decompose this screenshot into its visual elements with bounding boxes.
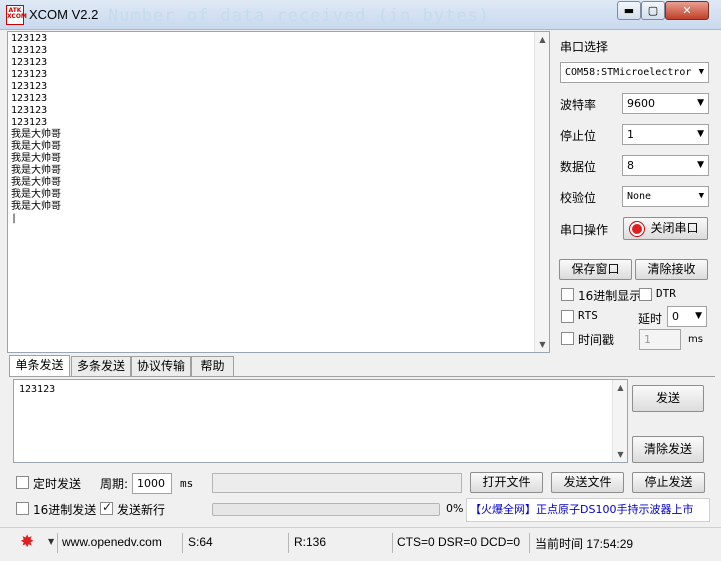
tab-help[interactable]: 帮助 xyxy=(191,356,234,376)
delay-value: 0 xyxy=(672,310,679,323)
chevron-down-icon: ▼ xyxy=(695,311,702,321)
status-separator xyxy=(57,533,58,553)
send-progress-percent: 0% xyxy=(446,502,464,515)
open-file-button[interactable]: 打开文件 xyxy=(470,472,543,493)
status-separator xyxy=(392,533,393,553)
baud-label: 波特率 xyxy=(560,98,597,112)
stop-bits-label: 停止位 xyxy=(560,129,597,143)
send-scrollbar[interactable]: ▲ ▼ xyxy=(612,380,627,462)
app-logo: ATK XCOM xyxy=(6,5,27,25)
maximize-button[interactable]: ▢ xyxy=(641,1,665,20)
parity-value: None xyxy=(627,191,652,202)
scroll-down-icon[interactable]: ▼ xyxy=(613,447,628,462)
parity-dropdown[interactable]: None ▼ xyxy=(622,186,709,207)
delay-label: 延时 xyxy=(638,312,663,326)
send-newline-checkbox[interactable] xyxy=(100,500,113,515)
close-port-button[interactable]: 关闭串口 xyxy=(623,217,708,240)
chevron-down-icon: ▼ xyxy=(697,98,704,108)
clear-send-button[interactable]: 清除发送 xyxy=(632,436,704,463)
receive-text: 123123 123123 123123 123123 123123 12312… xyxy=(11,33,61,224)
scroll-down-icon[interactable]: ▼ xyxy=(535,337,549,352)
timestamp-label: 时间戳 xyxy=(578,333,615,347)
port-select-value: COM58:STMicroelectror xyxy=(565,67,692,78)
tab-single-send[interactable]: 单条发送 xyxy=(9,355,70,376)
rts-checkbox[interactable] xyxy=(561,310,574,323)
parity-label: 校验位 xyxy=(560,191,597,205)
timestamp-ms-unit: ms xyxy=(688,334,703,345)
data-bits-value: 8 xyxy=(627,159,634,172)
hex-display-checkbox[interactable] xyxy=(561,288,574,301)
scroll-up-icon[interactable]: ▲ xyxy=(613,380,628,395)
period-label: 周期: xyxy=(100,477,129,491)
stop-send-button[interactable]: 停止发送 xyxy=(632,472,705,493)
send-newline-label: 发送新行 xyxy=(117,503,166,517)
send-progress-bar xyxy=(212,503,440,516)
ad-link[interactable]: 【火爆全网】正点原子DS100手持示波器上市 xyxy=(466,498,710,522)
title-bar: ATK XCOM XCOM V2.2 Number of data receiv… xyxy=(0,0,721,30)
close-port-label: 关闭串口 xyxy=(650,221,699,235)
scroll-up-icon[interactable]: ▲ xyxy=(535,32,549,47)
sent-count: S:64 xyxy=(188,535,213,549)
receive-scrollbar[interactable]: ▲ ▼ xyxy=(534,32,549,352)
chevron-down-icon: ▼ xyxy=(698,67,704,77)
dtr-label: DTR xyxy=(656,287,676,300)
clear-receive-button[interactable]: 清除接收 xyxy=(635,259,708,280)
close-window-button[interactable]: ✕ xyxy=(665,1,709,20)
current-time: 当前时间 17:54:29 xyxy=(535,537,634,551)
hex-send-checkbox[interactable] xyxy=(16,502,29,515)
timestamp-checkbox[interactable] xyxy=(561,332,574,345)
data-bits-label: 数据位 xyxy=(560,160,597,174)
status-separator xyxy=(288,533,289,553)
delay-dropdown[interactable]: 0 ▼ xyxy=(667,306,707,327)
hex-send-label: 16进制发送 xyxy=(33,503,97,517)
chevron-down-icon[interactable]: ▼ xyxy=(48,537,54,546)
port-select-label: 串口选择 xyxy=(560,40,609,54)
status-separator xyxy=(182,533,183,553)
port-status-led-icon xyxy=(630,222,644,236)
send-file-button[interactable]: 发送文件 xyxy=(551,472,624,493)
stop-bits-value: 1 xyxy=(627,128,634,141)
data-bits-dropdown[interactable]: 8 ▼ xyxy=(622,155,709,176)
signal-status: CTS=0 DSR=0 DCD=0 xyxy=(397,535,521,549)
file-path-field[interactable] xyxy=(212,473,462,493)
port-select-dropdown[interactable]: COM58:STMicroelectror ▼ xyxy=(560,62,709,83)
website-link[interactable]: www.openedv.com xyxy=(62,535,162,549)
send-textarea[interactable]: 123123 ▲ ▼ xyxy=(13,379,628,463)
minimize-button[interactable]: ▬ xyxy=(617,1,641,20)
stop-bits-dropdown[interactable]: 1 ▼ xyxy=(622,124,709,145)
port-operation-label: 串口操作 xyxy=(560,223,609,237)
status-separator xyxy=(529,533,530,553)
save-window-button[interactable]: 保存窗口 xyxy=(559,259,632,280)
chevron-down-icon: ▼ xyxy=(697,129,704,139)
timestamp-ms-input[interactable]: 1 xyxy=(639,329,681,350)
receive-textarea[interactable]: 123123 123123 123123 123123 123123 12312… xyxy=(7,31,550,353)
tab-protocol[interactable]: 协议传输 xyxy=(131,356,191,376)
received-count: R:136 xyxy=(294,535,327,549)
baud-dropdown[interactable]: 9600 ▼ xyxy=(622,93,709,114)
dtr-checkbox[interactable] xyxy=(639,288,652,301)
period-input[interactable]: 1000 xyxy=(132,473,172,494)
timed-send-label: 定时发送 xyxy=(33,477,82,491)
chevron-down-icon: ▼ xyxy=(697,160,704,170)
settings-gear-icon[interactable]: ✸ xyxy=(20,533,34,551)
hex-display-label: 16进制显示 xyxy=(578,289,642,303)
send-text: 123123 xyxy=(19,384,56,395)
timed-send-checkbox[interactable] xyxy=(16,476,29,489)
chevron-down-icon: ▼ xyxy=(698,191,704,201)
tab-multi-send[interactable]: 多条发送 xyxy=(71,356,131,376)
window-title: XCOM V2.2 xyxy=(29,7,99,22)
send-button[interactable]: 发送 xyxy=(632,385,704,412)
status-bar: ✸ ▼ www.openedv.com S:64 R:136 CTS=0 DSR… xyxy=(0,527,721,557)
tab-divider xyxy=(9,376,715,377)
rts-label: RTS xyxy=(578,309,598,322)
period-unit: ms xyxy=(180,477,194,490)
baud-value: 9600 xyxy=(627,97,655,110)
ghost-title-text: Number of data received (in bytes) xyxy=(108,6,490,26)
